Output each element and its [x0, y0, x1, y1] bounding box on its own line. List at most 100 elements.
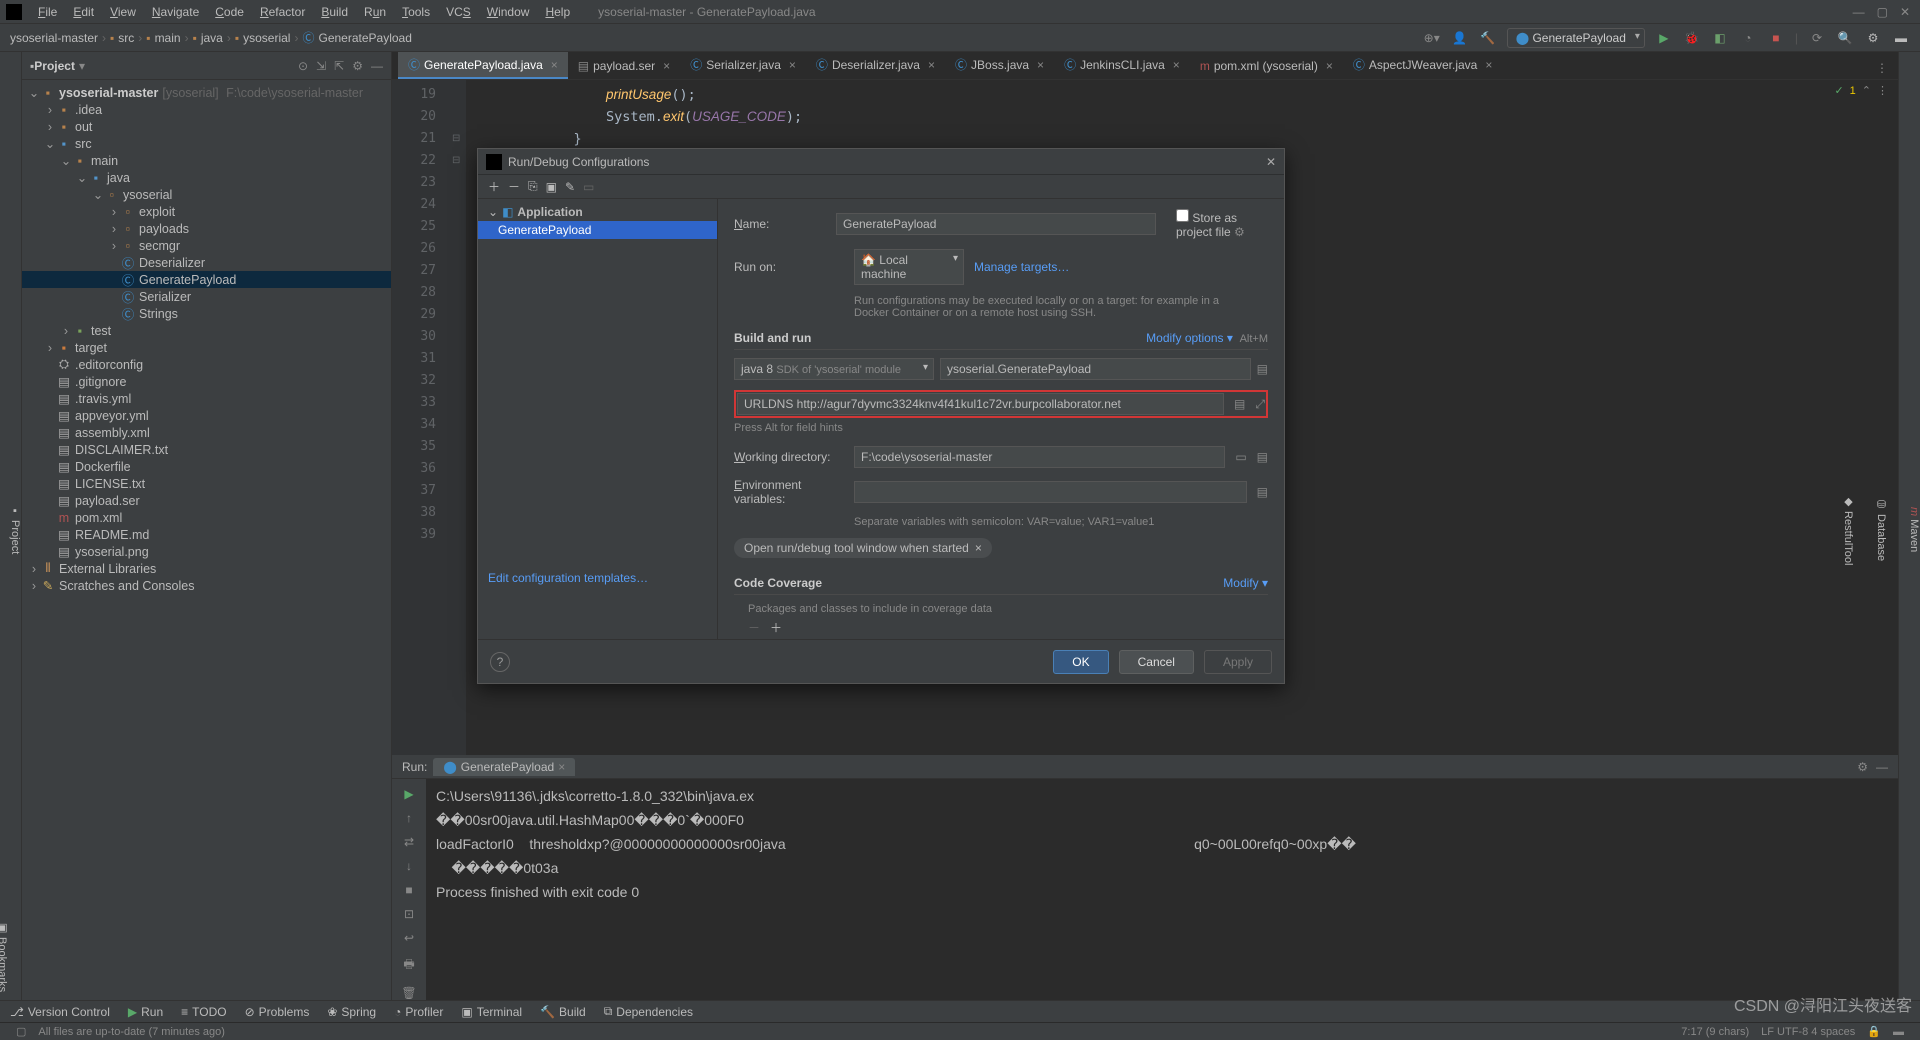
tree-item[interactable]: ›▫exploit [22, 203, 391, 220]
tree-item[interactable]: ▤DISCLAIMER.txt [22, 441, 391, 458]
jdk-combo[interactable]: java 8 SDK of 'ysoserial' module [734, 358, 934, 380]
tree-item[interactable]: ▤assembly.xml [22, 424, 391, 441]
expand-args-icon[interactable]: ▤ [1234, 397, 1245, 411]
open-tool-window-chip[interactable]: Open run/debug tool window when started× [734, 538, 992, 558]
encoding-info[interactable]: LF UTF-8 4 spaces [1761, 1026, 1855, 1038]
apply-button[interactable]: Apply [1204, 650, 1272, 674]
tree-root[interactable]: ⌄▪ysoserial-master [ysoserial] F:\code\y… [22, 84, 391, 101]
trash-icon[interactable]: 🗑 [401, 986, 416, 1000]
config-node-selected[interactable]: GeneratePayload [478, 221, 717, 239]
spring-tool-button[interactable]: ❀ Spring [327, 1005, 376, 1019]
close-icon[interactable]: × [551, 58, 558, 72]
fullscreen-icon[interactable]: ⤢ [1255, 397, 1265, 412]
browse-dir-icon[interactable]: ▭ [1235, 450, 1246, 464]
workdir-field[interactable] [854, 446, 1225, 468]
scroll-up-icon[interactable]: ↑ [406, 811, 412, 825]
tree-item[interactable]: ▤README.md [22, 526, 391, 543]
menu-build[interactable]: Build [313, 5, 356, 19]
remove-icon[interactable]: － [508, 178, 520, 195]
tree-item[interactable]: mpom.xml [22, 509, 391, 526]
menu-vcs[interactable]: VCS [438, 5, 479, 19]
tab-aspectjweaver[interactable]: ⒸAspectJWeaver.java× [1343, 52, 1503, 79]
status-hide-icon[interactable]: ▢ [16, 1025, 26, 1038]
down-icon[interactable]: ↓ [406, 859, 412, 873]
tab-generatepayload[interactable]: ⒸGeneratePayload.java× [398, 52, 568, 79]
copy-icon[interactable]: ⎘ [528, 179, 538, 194]
project-tool-button[interactable]: ▪ Project [9, 505, 21, 554]
rerun-icon[interactable]: ▶ [404, 787, 413, 801]
coverage-add-icon[interactable]: ＋ [770, 619, 782, 636]
insert-macro-icon[interactable]: ▤ [1257, 450, 1268, 464]
tree-item[interactable]: ›▫secmgr [22, 237, 391, 254]
run-console[interactable]: C:\Users\91136\.jdks\corretto-1.8.0_332\… [426, 779, 1898, 1000]
tree-item[interactable]: ›▪.idea [22, 101, 391, 118]
tree-item[interactable]: ▤appveyor.yml [22, 407, 391, 424]
hammer-icon[interactable]: 🔨 [1479, 29, 1497, 47]
minimize-button[interactable]: — [1853, 5, 1865, 19]
caret-position[interactable]: 7:17 (9 chars) [1681, 1026, 1749, 1038]
add-config-icon[interactable]: ⊕▾ [1423, 29, 1441, 47]
tree-item[interactable]: ›▪test [22, 322, 391, 339]
build-tool-button[interactable]: 🔨 Build [540, 1005, 586, 1019]
collapse-all-icon[interactable]: ⇱ [334, 59, 344, 73]
modify-options-link[interactable]: Modify options ▾ [1146, 331, 1233, 345]
coverage-button[interactable]: ◧ [1711, 29, 1729, 47]
menu-run[interactable]: Run [356, 5, 394, 19]
runon-combo[interactable]: 🏠 Local machine [854, 249, 964, 285]
terminal-tool-button[interactable]: ▣ Terminal [461, 1005, 522, 1019]
todo-tool-button[interactable]: ≡ TODO [181, 1005, 226, 1019]
tree-item[interactable]: ⒸSerializer [22, 288, 391, 305]
tree-item[interactable]: ⛭.editorconfig [22, 356, 391, 373]
project-view-dropdown[interactable]: ▾ [79, 59, 85, 73]
vcs-update-icon[interactable]: ⟳ [1808, 29, 1826, 47]
wrap-icon[interactable]: ↩ [404, 931, 414, 945]
program-args-field[interactable] [737, 393, 1224, 415]
store-checkbox[interactable]: Store as project file ⚙ [1176, 209, 1268, 239]
user-icon[interactable]: 👤 [1451, 29, 1469, 47]
readonly-icon[interactable]: 🔒 [1867, 1025, 1881, 1038]
edit-templates-link[interactable]: Edit configuration templates… [478, 561, 658, 595]
env-edit-icon[interactable]: ▤ [1257, 485, 1268, 499]
search-icon[interactable]: 🔍 [1836, 29, 1854, 47]
menu-help[interactable]: Help [537, 5, 578, 19]
run-settings-icon[interactable]: ⚙ [1857, 760, 1868, 774]
save-icon[interactable]: ▣ [546, 180, 557, 194]
add-icon[interactable]: ＋ [488, 178, 500, 195]
tree-item[interactable]: ⒸStrings [22, 305, 391, 322]
expand-all-icon[interactable]: ⇲ [316, 59, 326, 73]
menu-code[interactable]: Code [207, 5, 252, 19]
menu-window[interactable]: Window [479, 5, 538, 19]
name-field[interactable] [836, 213, 1156, 235]
vcs-tool-button[interactable]: ⎇ Version Control [10, 1005, 110, 1019]
mem-indicator[interactable]: ▬ [1893, 1026, 1904, 1038]
fold-column[interactable]: ⊟⊟ [452, 80, 466, 755]
maximize-button[interactable]: ▢ [1877, 5, 1888, 19]
filter-icon[interactable]: ⊡ [404, 907, 414, 921]
run-button[interactable]: ▶ [1655, 29, 1673, 47]
coverage-modify-link[interactable]: Modify ▾ [1223, 576, 1268, 590]
tree-item[interactable]: ⌄▪src [22, 135, 391, 152]
bookmarks-tool-button[interactable]: ▣ Bookmarks [0, 921, 9, 992]
menu-navigate[interactable]: Navigate [144, 5, 207, 19]
tab-jenkinscli[interactable]: ⒸJenkinsCLI.java× [1054, 52, 1190, 79]
project-pane-title[interactable]: Project [34, 59, 75, 73]
profile-button[interactable]: ◔ [1739, 29, 1757, 47]
close-button[interactable]: ✕ [1900, 5, 1910, 19]
manage-targets-link[interactable]: Manage targets… [974, 260, 1069, 274]
tree-item[interactable]: ⌄▪java [22, 169, 391, 186]
tree-item[interactable]: ▤Dockerfile [22, 458, 391, 475]
coverage-remove-icon[interactable]: － [748, 619, 760, 636]
tree-item[interactable]: ⒸDeserializer [22, 254, 391, 271]
menu-file[interactable]: File [30, 5, 65, 19]
chip-close-icon[interactable]: × [975, 541, 982, 555]
tab-serializer[interactable]: ⒸSerializer.java× [680, 52, 806, 79]
menu-edit[interactable]: Edit [65, 5, 102, 19]
ok-button[interactable]: OK [1053, 650, 1108, 674]
tab-payloadser[interactable]: ▤payload.ser× [568, 55, 680, 79]
tab-deserializer[interactable]: ⒸDeserializer.java× [806, 52, 945, 79]
select-opened-icon[interactable]: ⊙ [298, 59, 308, 73]
dialog-close-icon[interactable]: ✕ [1266, 155, 1276, 169]
stop-button[interactable]: ■ [1767, 29, 1785, 47]
tab-jboss[interactable]: ⒸJBoss.java× [945, 52, 1054, 79]
tree-item[interactable]: ›⫴External Libraries [22, 560, 391, 577]
